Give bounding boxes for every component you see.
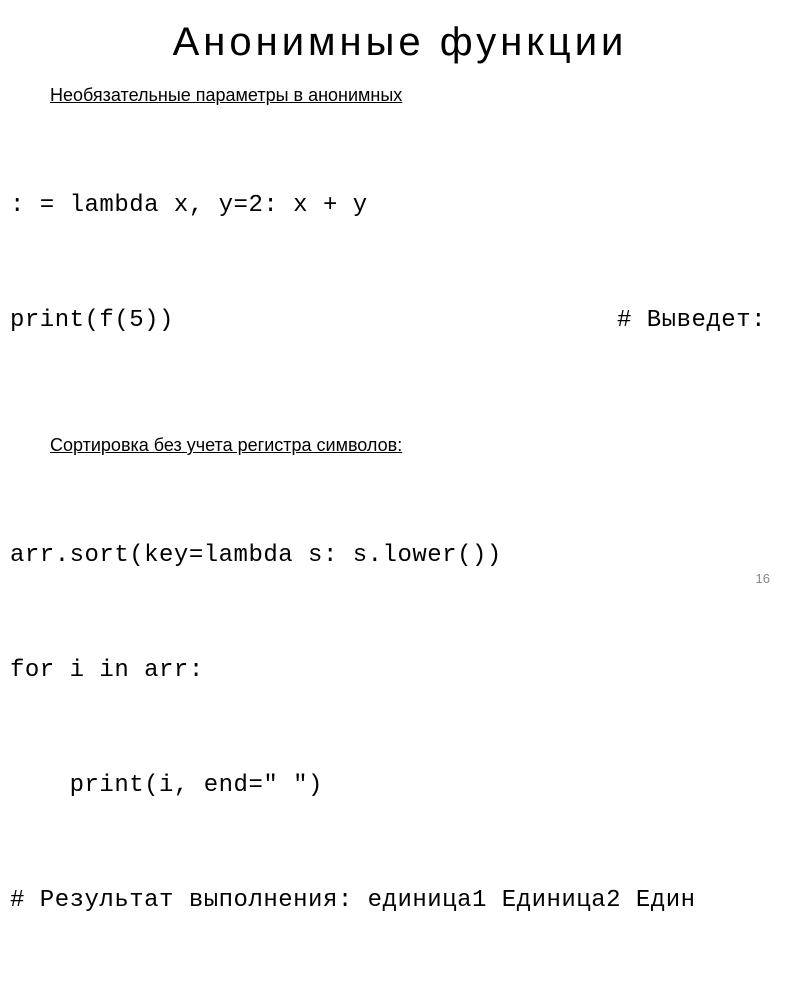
code-line: arr.sort(key=lambda s: s.lower()) — [10, 537, 770, 575]
slide-title: Анонимные функции — [30, 20, 770, 65]
code-block-1: : = lambda x, y=2: x + y print(f(5)) # В… — [10, 110, 770, 417]
code-text: print(f(5)) — [10, 302, 174, 340]
code-comment: # Выведет: — [617, 302, 770, 340]
code-line: print(i, end=" ") — [10, 767, 770, 805]
code-line: for i in arr: — [10, 652, 770, 690]
slide: Анонимные функции Необязательные парамет… — [0, 0, 800, 600]
code-block-2: arr.sort(key=lambda s: s.lower()) for i … — [10, 460, 770, 997]
section2-label: Сортировка без учета регистра символов: — [50, 435, 770, 456]
page-number: 16 — [756, 571, 770, 586]
section1-label: Необязательные параметры в анонимных — [50, 85, 770, 106]
code-line: print(f(5)) # Выведет: — [10, 302, 770, 340]
code-line: # Результат выполнения: единица1 Единица… — [10, 882, 770, 920]
code-line: : = lambda x, y=2: x + y — [10, 187, 770, 225]
